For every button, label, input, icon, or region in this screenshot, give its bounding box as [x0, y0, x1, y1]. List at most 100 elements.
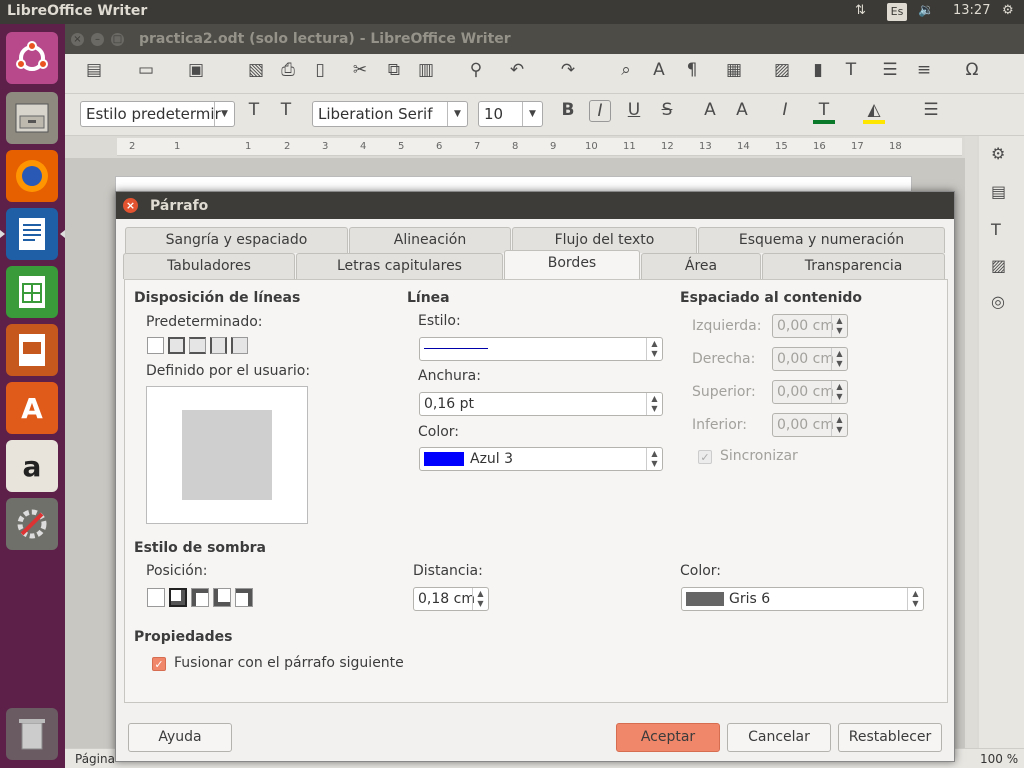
merge-checkbox[interactable]: ✓ — [152, 657, 166, 671]
minimize-icon[interactable]: – — [91, 33, 104, 46]
formatting-marks-icon[interactable]: ¶ — [681, 60, 703, 80]
clear-formatting-icon[interactable]: I — [774, 100, 796, 120]
gear-icon[interactable]: ⚙ — [1002, 3, 1014, 18]
font-color-icon[interactable]: T — [813, 100, 835, 124]
spin-icon[interactable]: ▲ ▼ — [646, 393, 662, 415]
undo-icon[interactable]: ↶ — [506, 60, 528, 80]
paste-icon[interactable]: ▥ — [415, 60, 437, 80]
spin-icon[interactable]: ▲ ▼ — [831, 315, 847, 337]
chart-icon[interactable]: ▮ — [807, 60, 829, 80]
table-icon[interactable]: ▦ — [723, 60, 745, 80]
field-icon[interactable]: ≡ — [913, 60, 935, 80]
files-icon[interactable] — [6, 92, 58, 144]
ubuntu-dash-icon[interactable] — [6, 32, 58, 84]
bold-icon[interactable]: B — [557, 100, 579, 120]
impress-icon[interactable] — [6, 324, 58, 376]
list-icon[interactable]: ☰ — [920, 100, 942, 120]
chevron-down-icon[interactable]: ▲ ▼ — [646, 338, 662, 360]
chevron-down-icon[interactable]: ▼ — [447, 102, 467, 126]
highlight-icon[interactable]: ◭ — [863, 100, 885, 124]
spin-icon[interactable]: ▲ ▼ — [831, 348, 847, 370]
keyboard-indicator[interactable]: Es — [887, 3, 907, 21]
shadow-none[interactable] — [147, 588, 165, 607]
tab-borders[interactable]: Bordes — [504, 250, 640, 279]
print-icon[interactable]: ⎙ — [277, 60, 299, 80]
maximize-icon[interactable]: □ — [111, 33, 124, 46]
copy-icon[interactable]: ⧉ — [383, 60, 405, 80]
open-icon[interactable]: ▭ — [135, 60, 157, 80]
chevron-down-icon[interactable]: ▼ — [214, 102, 234, 126]
preset-left-right[interactable] — [210, 337, 227, 354]
padding-bottom-field[interactable]: 0,00 cm ▲ ▼ — [772, 413, 848, 437]
sync-checkbox[interactable]: ✓ — [698, 450, 712, 464]
underline-icon[interactable]: U — [623, 100, 645, 120]
styles-icon[interactable]: T — [991, 220, 1001, 239]
find-icon[interactable]: ⌕ — [615, 60, 637, 80]
tab-tabs[interactable]: Tabuladores — [123, 253, 295, 279]
spelling-icon[interactable]: A — [648, 60, 670, 80]
shadow-distance-field[interactable]: 0,18 cm ▲ ▼ — [413, 587, 489, 611]
italic-icon[interactable]: I — [589, 100, 611, 122]
strikethrough-icon[interactable]: S — [656, 100, 678, 120]
new-icon[interactable]: ▤ — [83, 60, 105, 80]
shadow-top-left[interactable] — [191, 588, 209, 607]
padding-left-field[interactable]: 0,00 cm ▲ ▼ — [772, 314, 848, 338]
padding-right-field[interactable]: 0,00 cm ▲ ▼ — [772, 347, 848, 371]
chevron-down-icon[interactable]: ▲ ▼ — [646, 448, 662, 470]
clone-formatting-icon[interactable]: ⚲ — [465, 60, 487, 80]
shadow-top-right[interactable] — [235, 588, 253, 607]
cancel-button[interactable]: Cancelar — [727, 723, 831, 752]
tab-drop-caps[interactable]: Letras capitulares — [296, 253, 503, 279]
vertical-scrollbar[interactable] — [965, 136, 977, 756]
volume-icon[interactable]: 🔉 — [918, 3, 934, 18]
preset-left[interactable] — [231, 337, 248, 354]
close-icon[interactable]: × — [71, 33, 84, 46]
update-style-icon[interactable]: T — [243, 100, 265, 120]
line-style-select[interactable]: ▲ ▼ — [419, 337, 663, 361]
tab-indents-spacing[interactable]: Sangría y espaciado — [125, 227, 348, 253]
properties-icon[interactable]: ⚙ — [991, 144, 1005, 163]
ok-button[interactable]: Aceptar — [616, 723, 720, 752]
spin-icon[interactable]: ▲ ▼ — [831, 414, 847, 436]
superscript-icon[interactable]: A — [699, 100, 721, 120]
preset-none[interactable] — [147, 337, 164, 354]
tab-transparency[interactable]: Transparencia — [762, 253, 945, 279]
save-icon[interactable]: ▣ — [185, 60, 207, 80]
settings-icon[interactable] — [6, 498, 58, 550]
preset-top-bottom[interactable] — [189, 337, 206, 354]
special-character-icon[interactable]: Ω — [961, 60, 983, 80]
textbox-icon[interactable]: T — [840, 60, 862, 80]
writer-icon[interactable] — [6, 208, 58, 260]
zoom-level[interactable]: 100 % — [980, 752, 1018, 766]
line-width-field[interactable]: 0,16 pt ▲ ▼ — [419, 392, 663, 416]
redo-icon[interactable]: ↷ — [557, 60, 579, 80]
user-defined-preview[interactable] — [146, 386, 308, 524]
amazon-icon[interactable]: a — [6, 440, 58, 492]
page-icon[interactable]: ▤ — [991, 182, 1006, 201]
subscript-icon[interactable]: A — [731, 100, 753, 120]
preset-box[interactable] — [168, 337, 185, 354]
padding-top-field[interactable]: 0,00 cm ▲ ▼ — [772, 380, 848, 404]
tab-alignment[interactable]: Alineación — [349, 227, 511, 253]
gallery-icon[interactable]: ▨ — [991, 256, 1006, 275]
help-button[interactable]: Ayuda — [128, 723, 232, 752]
font-size-combo[interactable]: 10 ▼ — [478, 101, 543, 127]
reset-button[interactable]: Restablecer — [838, 723, 942, 752]
tab-area[interactable]: Área — [641, 253, 761, 279]
software-center-icon[interactable]: A — [6, 382, 58, 434]
image-icon[interactable]: ▨ — [771, 60, 793, 80]
print-preview-icon[interactable]: ▯ — [309, 60, 331, 80]
trash-icon[interactable] — [6, 708, 58, 760]
close-icon[interactable]: × — [123, 198, 138, 213]
spin-icon[interactable]: ▲ ▼ — [831, 381, 847, 403]
shadow-bottom-left[interactable] — [213, 588, 231, 607]
new-style-icon[interactable]: T — [275, 100, 297, 120]
calc-icon[interactable] — [6, 266, 58, 318]
navigator-icon[interactable]: ◎ — [991, 292, 1005, 311]
page-break-icon[interactable]: ☰ — [879, 60, 901, 80]
cut-icon[interactable]: ✂ — [349, 60, 371, 80]
network-icon[interactable]: ⇅ — [855, 3, 866, 18]
chevron-down-icon[interactable]: ▲ ▼ — [907, 588, 923, 610]
font-name-combo[interactable]: Liberation Serif ▼ — [312, 101, 468, 127]
shadow-bottom-right[interactable] — [169, 588, 187, 607]
